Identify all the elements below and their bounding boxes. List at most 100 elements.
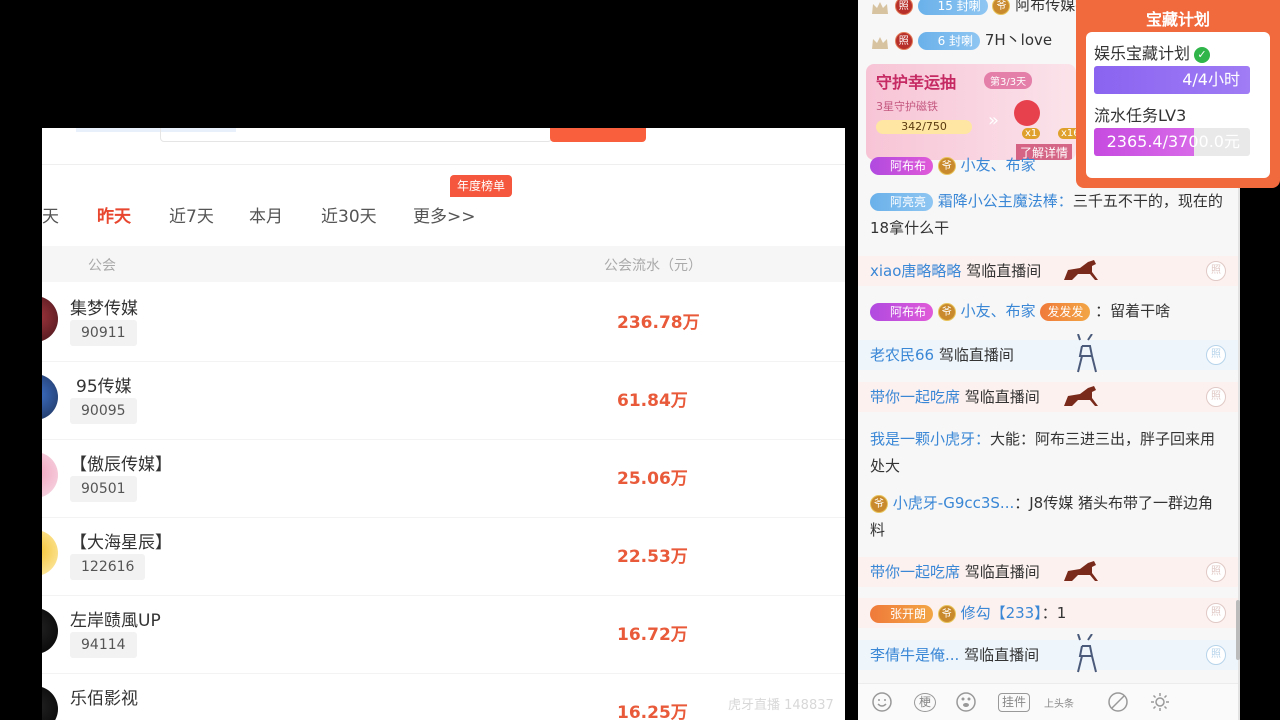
table-row[interactable]: 乐佰影视 16.25万: [42, 674, 845, 720]
horse-mount-icon: [1064, 260, 1098, 280]
user-pill: 阿布布: [870, 156, 934, 175]
guild-avatar[interactable]: [42, 530, 58, 576]
guild-name[interactable]: 【大海星辰】: [70, 528, 172, 553]
emoji-icon[interactable]: [870, 691, 894, 713]
chat-username[interactable]: 李倩牛是俺...: [870, 646, 959, 664]
guild-id: 90911: [70, 320, 137, 346]
guild-name[interactable]: 左岸赜風UP: [70, 606, 161, 631]
user-pill-label: 阿亮亮: [890, 194, 927, 209]
chat-text: ：1: [1041, 604, 1067, 622]
chat-username[interactable]: xiao唐略略略: [870, 262, 961, 280]
column-flow: 公会流水（元）: [604, 258, 702, 274]
guild-avatar[interactable]: [42, 374, 58, 420]
chat-message[interactable]: xiao唐略略略 驾临直播间 照: [858, 256, 1238, 286]
chat-text: 驾临直播间: [964, 563, 1040, 581]
guild-name[interactable]: 乐佰影视: [70, 684, 138, 709]
settings-icon[interactable]: [1148, 691, 1172, 713]
column-guild: 公会: [88, 258, 116, 274]
crown-icon: [870, 0, 890, 14]
deer-mount-icon: [1077, 334, 1097, 373]
level-number: 6: [937, 33, 946, 48]
chat-message[interactable]: 张开朗 爷 修勾【233】：1 照: [858, 598, 1238, 628]
user-pill-label: 张开朗: [890, 606, 927, 621]
chat-message[interactable]: 阿布布 爷 小友、布家 发发发 ：留着干啥: [858, 298, 1238, 326]
guild-avatar[interactable]: [42, 452, 58, 498]
chat-username[interactable]: 霜降小公主魔法棒：: [938, 192, 1073, 210]
chat-message[interactable]: 带你一起吃席 驾临直播间 照: [858, 382, 1238, 412]
watermark: 虎牙直播 148837: [728, 698, 834, 713]
fan-badge: 发发发: [1040, 302, 1091, 321]
guild-avatar[interactable]: [42, 296, 58, 342]
chat-username[interactable]: 小虎牙-G9cc3S...: [893, 494, 1014, 512]
chat-username[interactable]: 修勾【233】: [961, 604, 1042, 622]
chat-toolbar: 梗 挂件 上头条: [858, 683, 1240, 720]
chat-message[interactable]: 老农民66 驾临直播间 照: [858, 334, 1238, 373]
tab-this-month[interactable]: 本月: [249, 202, 283, 227]
task1-label: 娱乐宝藏计划 ✓: [1094, 40, 1211, 64]
guild-name[interactable]: 集梦传媒: [70, 294, 138, 319]
chat-message[interactable]: 我是一颗小虎牙：大能：阿布三进三出，胖子回来用处大: [858, 426, 1238, 480]
chat-message[interactable]: 李倩牛是俺... 驾临直播间 照: [858, 634, 1238, 673]
treasure-title: 宝藏计划: [1145, 10, 1210, 29]
table-row[interactable]: 95传媒 90095 61.84万: [42, 362, 845, 440]
chat-username[interactable]: 我是一颗小虎牙：: [870, 430, 990, 448]
search-button[interactable]: [550, 128, 646, 142]
chat-message[interactable]: 爷 小虎牙-G9cc3S...：J8传媒 猪头布带了一群边角料: [858, 490, 1238, 544]
chat-username[interactable]: 小友、布家: [961, 302, 1036, 320]
annual-ranking-badge[interactable]: 年度榜单: [450, 175, 513, 197]
paw-icon[interactable]: [954, 691, 978, 713]
crown-icon: [870, 33, 890, 49]
noble-badge-icon: 爷: [937, 302, 956, 321]
deer-mount-icon: [1077, 634, 1097, 673]
guild-flow: 25.06万: [617, 469, 688, 489]
chat-message[interactable]: 阿亮亮 霜降小公主魔法棒：三千五不干的，现在的18拿什么干: [858, 188, 1238, 242]
guild-avatar[interactable]: [42, 686, 58, 720]
chat-scroll-thumb[interactable]: [1236, 600, 1240, 660]
chat-username[interactable]: 小友、布家: [961, 156, 1036, 174]
table-row[interactable]: 【大海星辰】 122616 22.53万: [42, 518, 845, 596]
guild-id: 94114: [70, 632, 137, 658]
tab-more[interactable]: 更多>>: [413, 202, 476, 227]
chat-username[interactable]: 7H丶love: [985, 31, 1052, 49]
tab-last-7-days[interactable]: 近7天: [169, 202, 214, 227]
level-number: 15: [937, 0, 953, 13]
noble-badge-icon: 爷: [937, 156, 956, 175]
user-pill-label: 阿布布: [890, 304, 927, 319]
table-row[interactable]: 【傲辰传媒】 90501 25.06万: [42, 440, 845, 518]
noble-badge-icon: 爷: [992, 0, 1011, 15]
tab-last-30-days[interactable]: 近30天: [321, 202, 377, 227]
task1-value: 4/4小时: [1182, 70, 1240, 89]
tab-today[interactable]: 天: [42, 202, 59, 227]
search-input[interactable]: [160, 128, 552, 142]
chat-message[interactable]: 带你一起吃席 驾临直播间 照: [858, 557, 1238, 587]
chat-username[interactable]: 老农民66: [870, 346, 934, 364]
fan-badge-icon: 照: [894, 0, 913, 15]
entry-badge-icon: 照: [1206, 261, 1226, 281]
tab-yesterday[interactable]: 昨天: [97, 202, 131, 227]
guild-avatar[interactable]: [42, 608, 58, 654]
guild-name[interactable]: 【傲辰传媒】: [70, 450, 172, 475]
no-comment-icon[interactable]: [1106, 691, 1130, 713]
treasure-plan-widget[interactable]: 宝藏计划 娱乐宝藏计划 ✓ 4/4小时 流水任务LV3 2365.4/3700.0…: [1076, 0, 1280, 188]
chat-text: 驾临直播间: [964, 646, 1040, 664]
headline-button[interactable]: 上头条: [1044, 691, 1074, 713]
guild-name[interactable]: 95传媒: [76, 372, 132, 397]
check-icon: ✓: [1194, 46, 1211, 63]
level-badge: 6 封喇: [917, 31, 981, 50]
task2-value: 2365.4/3700.0元: [1106, 132, 1240, 151]
chat-username[interactable]: 带你一起吃席: [870, 388, 960, 406]
guild-flow: 61.84万: [617, 391, 688, 411]
widget-button[interactable]: 挂件: [996, 691, 1032, 713]
guild-id: 90095: [70, 398, 137, 424]
entry-badge-icon: 照: [1206, 387, 1226, 407]
user-pill: 张开朗: [870, 604, 934, 623]
meme-button[interactable]: 梗: [912, 691, 938, 713]
table-row[interactable]: 左岸赜風UP 94114 16.72万: [42, 596, 845, 674]
guild-ranking-page: 天 昨天 近7天 本月 近30天 更多>> 年度榜单 公会 公会流水（元） 集梦…: [42, 128, 845, 720]
guard-lottery-card[interactable]: 守护幸运抽 第3/3天 3星守护磁铁 342/750 » x1 x16 了解详情: [866, 64, 1076, 160]
chat-username[interactable]: 带你一起吃席: [870, 563, 960, 581]
table-row[interactable]: 集梦传媒 90911 236.78万: [42, 284, 845, 362]
level-tag: 封喇: [956, 0, 981, 13]
chat-text: 驾临直播间: [938, 346, 1014, 364]
horse-mount-icon: [1064, 386, 1098, 406]
